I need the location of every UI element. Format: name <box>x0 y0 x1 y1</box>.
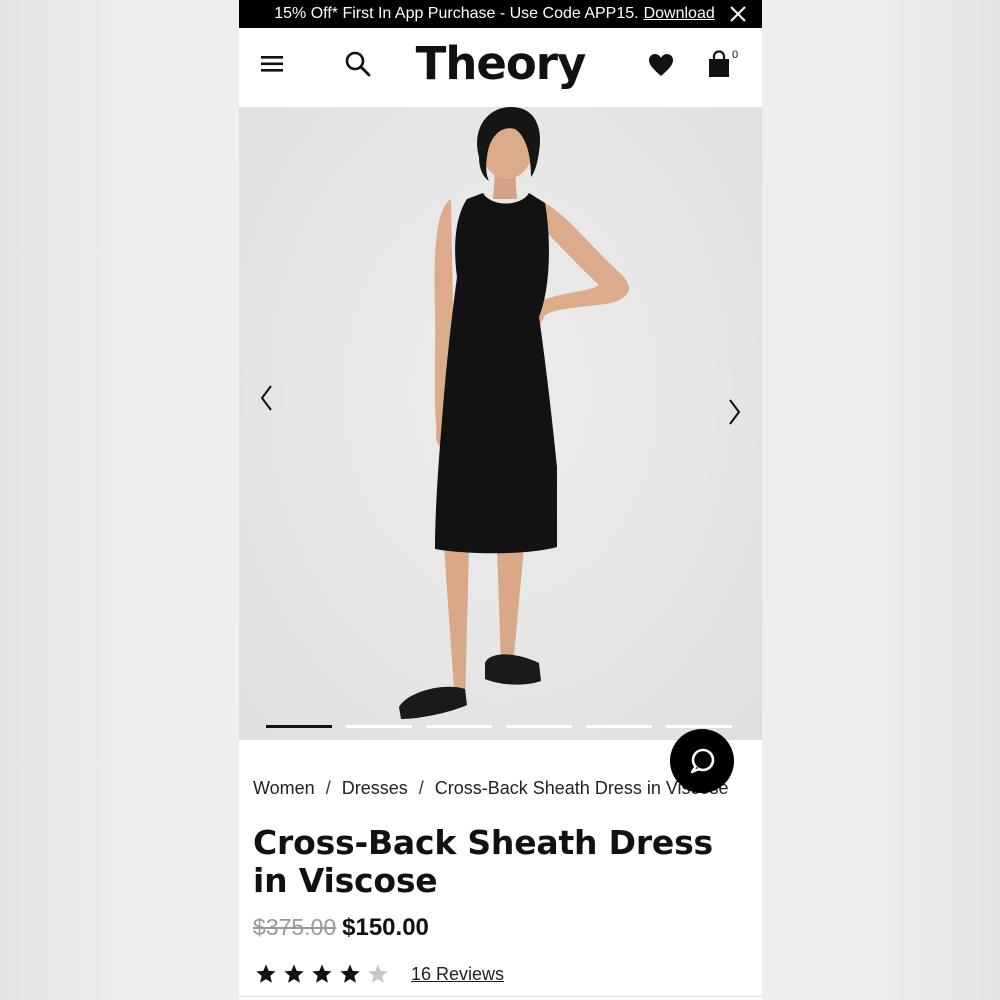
gallery-dot-3[interactable] <box>426 725 492 728</box>
breadcrumb-dresses[interactable]: Dresses <box>342 778 408 798</box>
chevron-left-icon[interactable] <box>257 383 277 413</box>
breadcrumb-separator: / <box>325 778 331 798</box>
product-image-gallery[interactable] <box>239 107 762 740</box>
chat-button[interactable] <box>670 729 734 793</box>
product-photo <box>399 107 629 719</box>
close-icon[interactable] <box>729 5 747 23</box>
promo-banner: 15% Off* First In App Purchase - Use Cod… <box>239 0 762 28</box>
star-empty-icon <box>368 964 388 983</box>
gallery-dot-4[interactable] <box>506 725 572 728</box>
chevron-right-icon[interactable] <box>724 397 744 427</box>
star-icon <box>340 964 360 983</box>
gallery-dot-1[interactable] <box>266 725 332 728</box>
breadcrumb-women[interactable]: Women <box>253 778 315 798</box>
brand-logo[interactable]: Theory <box>239 38 762 90</box>
sale-price: $150.00 <box>342 914 429 941</box>
divider <box>239 996 762 997</box>
gallery-dot-5[interactable] <box>586 725 652 728</box>
reviews-link[interactable]: 16 Reviews <box>411 964 504 985</box>
heart-icon[interactable] <box>648 53 674 77</box>
shopping-bag-icon[interactable] <box>707 50 731 78</box>
gallery-dot-6[interactable] <box>666 725 732 728</box>
chat-icon <box>690 748 715 774</box>
star-icon <box>312 964 332 983</box>
original-price: $375.00 <box>253 914 337 940</box>
promo-text: 15% Off* First In App Purchase - Use Cod… <box>274 5 639 22</box>
star-icon <box>256 964 276 983</box>
product-page: 15% Off* First In App Purchase - Use Cod… <box>239 0 762 1000</box>
site-header: Theory 0 <box>239 28 762 107</box>
breadcrumb-separator: / <box>418 778 424 798</box>
star-icon <box>284 964 304 983</box>
gallery-dot-2[interactable] <box>346 725 412 728</box>
rating: 16 Reviews <box>255 963 504 985</box>
price-block: $375.00 $150.00 <box>253 914 429 942</box>
download-link[interactable]: Download <box>644 5 715 22</box>
product-title: Cross-Back Sheath Dress in Viscose <box>253 823 713 900</box>
promo-text-wrap: 15% Off* First In App Purchase - Use Cod… <box>274 5 715 23</box>
cart-count: 0 <box>732 49 739 61</box>
gallery-pagination <box>266 725 732 728</box>
